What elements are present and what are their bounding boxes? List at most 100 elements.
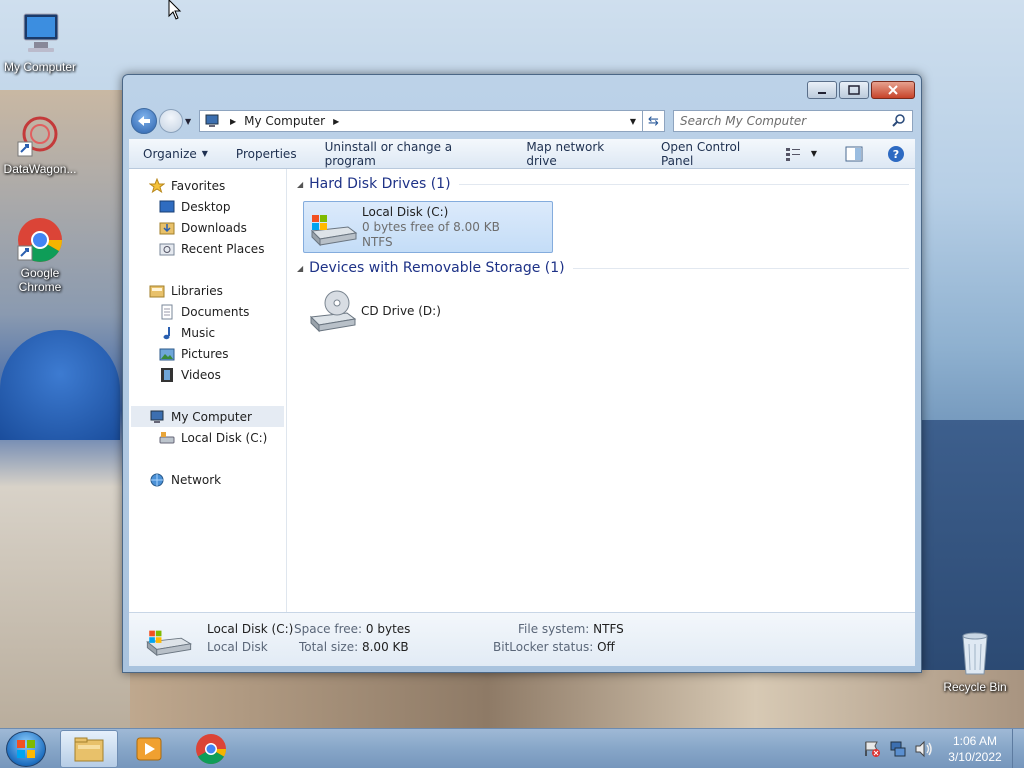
start-button[interactable] — [6, 731, 46, 767]
group-header-removable-storage[interactable]: ◢ Devices with Removable Storage (1) — [297, 257, 909, 279]
group-divider — [572, 267, 909, 269]
collapse-triangle-icon: ◢ — [297, 179, 304, 189]
nav-favorites[interactable]: Favorites — [129, 175, 286, 196]
refresh-button[interactable]: ⇆ — [643, 110, 665, 132]
nav-music[interactable]: Music — [129, 322, 286, 343]
main-pane: ◢ Hard Disk Drives (1) Local Disk (C:) 0… — [287, 169, 915, 612]
nav-documents[interactable]: Documents — [129, 301, 286, 322]
taskbar-media-player[interactable] — [120, 730, 178, 768]
volume-icon[interactable] — [914, 739, 934, 759]
details-key: Space free: — [294, 622, 363, 636]
breadcrumb-my-computer[interactable]: My Computer — [244, 114, 325, 128]
content-area: Favorites Desktop Downloads Recent Place… — [129, 169, 915, 612]
computer-small-icon — [205, 114, 219, 127]
desktop-icon-label: Recycle Bin — [943, 680, 1007, 694]
action-center-flag-icon[interactable] — [862, 739, 882, 759]
breadcrumb-separator[interactable]: ▶ — [230, 117, 236, 126]
nav-recent-places[interactable]: Recent Places — [129, 238, 286, 259]
taskbar-chrome[interactable] — [182, 730, 240, 768]
nav-videos[interactable]: Videos — [129, 364, 286, 385]
arrow-left-icon — [138, 116, 150, 126]
wallpaper-dome — [0, 330, 120, 440]
recycle-bin-icon — [951, 630, 999, 678]
group-header-label: Devices with Removable Storage (1) — [309, 260, 565, 276]
view-options-icon[interactable] — [785, 147, 801, 161]
recent-pages-dropdown[interactable]: ▼ — [185, 117, 195, 126]
forward-button[interactable] — [159, 109, 183, 133]
minimize-icon — [818, 92, 826, 94]
network-tray-icon[interactable] — [888, 739, 908, 759]
chevron-down-icon: ▼ — [201, 149, 208, 158]
details-bitlocker: BitLocker status: Off — [493, 640, 615, 654]
drive-free-space: 0 bytes free of 8.00 KB — [362, 220, 500, 234]
nav-libraries[interactable]: Libraries — [129, 280, 286, 301]
nav-pictures[interactable]: Pictures — [129, 343, 286, 364]
properties-button[interactable]: Properties — [222, 139, 311, 169]
search-icon[interactable] — [892, 114, 906, 128]
details-value: Off — [597, 640, 615, 654]
minimize-button[interactable] — [807, 81, 837, 99]
window-controls — [807, 81, 915, 99]
nav-label: Downloads — [181, 220, 247, 235]
nav-my-computer[interactable]: My Computer — [131, 406, 284, 427]
system-tray: 1:06 AM 3/10/2022 — [862, 729, 1024, 768]
breadcrumb-separator[interactable]: ▶ — [333, 117, 339, 126]
hard-drive-icon — [146, 630, 192, 657]
film-strip-icon — [161, 367, 173, 382]
search-input[interactable] — [680, 114, 892, 128]
desktop-icon-recycle-bin[interactable]: Recycle Bin — [935, 630, 1015, 694]
details-pane: Local Disk (C:) Local Disk Space free: 0… — [129, 612, 915, 666]
network-icon — [150, 473, 164, 486]
music-note-icon — [163, 326, 170, 339]
organize-menu[interactable]: Organize ▼ — [129, 139, 222, 169]
map-network-drive-button[interactable]: Map network drive — [512, 139, 647, 169]
chrome-icon — [16, 216, 64, 264]
uninstall-program-button[interactable]: Uninstall or change a program — [311, 139, 513, 169]
taskbar-clock[interactable]: 1:06 AM 3/10/2022 — [938, 733, 1012, 765]
collapse-triangle-icon: ◢ — [297, 263, 304, 273]
address-bar[interactable]: ▶ My Computer ▶ ▼ — [199, 110, 643, 132]
maximize-button[interactable] — [839, 81, 869, 99]
preview-pane-icon[interactable] — [845, 146, 863, 162]
toolbar-right: ▼ ? — [785, 145, 915, 163]
group-header-label: Hard Disk Drives (1) — [309, 176, 451, 192]
desktop-icon-datawagon[interactable]: DataWagon... — [0, 112, 80, 176]
nav-network[interactable]: Network — [129, 469, 286, 490]
desktop-icon-label: My Computer — [3, 60, 77, 74]
address-row: ▼ ▶ My Computer ▶ ▼ ⇆ — [131, 108, 913, 134]
desktop-folder-icon — [159, 200, 175, 212]
drive-tile-local-disk-c[interactable]: Local Disk (C:) 0 bytes free of 8.00 KB … — [303, 201, 553, 253]
drive-tile-cd-drive-d[interactable]: CD Drive (D:) — [303, 285, 553, 337]
show-desktop-button[interactable] — [1012, 729, 1024, 768]
view-chevron-down-icon[interactable]: ▼ — [811, 149, 817, 158]
refresh-icon: ⇆ — [648, 113, 659, 129]
back-button[interactable] — [131, 108, 157, 134]
drive-info: Local Disk (C:) 0 bytes free of 8.00 KB … — [362, 205, 500, 249]
nav-label: Recent Places — [181, 241, 265, 256]
details-total-size: Total size: 8.00 KB — [299, 640, 409, 654]
open-control-panel-button[interactable]: Open Control Panel — [647, 139, 785, 169]
nav-desktop[interactable]: Desktop — [129, 196, 286, 217]
datawagon-icon — [16, 112, 64, 160]
desktop-icon-google-chrome[interactable]: Google Chrome — [0, 216, 80, 294]
taskbar: 1:06 AM 3/10/2022 — [0, 728, 1024, 768]
nav-downloads[interactable]: Downloads — [129, 217, 286, 238]
clock-time: 1:06 AM — [952, 734, 998, 748]
restore-icon — [848, 85, 860, 95]
nav-local-disk-c[interactable]: Local Disk (C:) — [129, 427, 286, 448]
group-header-hard-disk-drives[interactable]: ◢ Hard Disk Drives (1) — [297, 173, 909, 195]
address-dropdown[interactable]: ▼ — [624, 117, 642, 126]
close-button[interactable] — [871, 81, 915, 99]
details-drive-name: Local Disk (C:) — [207, 622, 294, 636]
command-bar: Organize ▼ Properties Uninstall or change… — [129, 139, 915, 169]
desktop-icon-my-computer[interactable]: My Computer — [0, 10, 80, 74]
wallpaper-cliff — [130, 670, 1024, 728]
pictures-icon — [159, 348, 175, 360]
folder-icon — [74, 737, 104, 762]
media-player-icon — [136, 737, 162, 761]
help-icon[interactable]: ? — [887, 145, 905, 163]
taskbar-explorer[interactable] — [60, 730, 118, 768]
